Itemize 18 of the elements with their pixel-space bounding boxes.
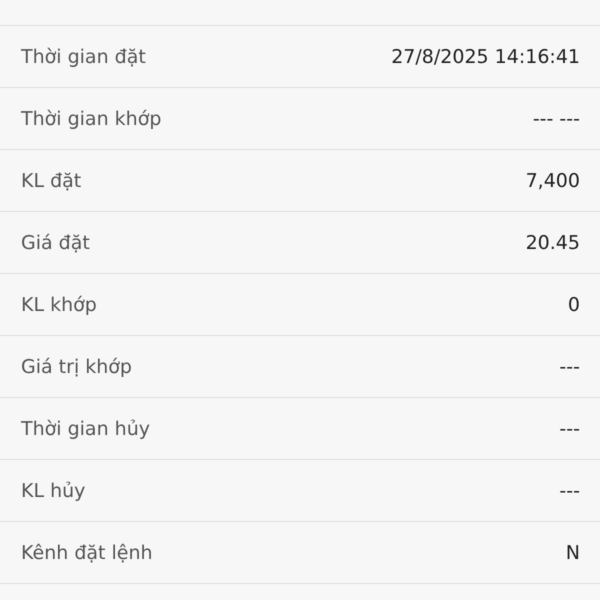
field-value: --- [559, 418, 580, 440]
field-value: 20.45 [526, 232, 580, 254]
field-label: Giá đặt [21, 232, 90, 254]
field-value: 7,400 [526, 170, 580, 192]
field-value: --- [559, 480, 580, 502]
field-value: 0 [568, 294, 580, 316]
field-label: Thời gian khớp [21, 108, 162, 130]
field-label: KL khớp [21, 294, 97, 316]
field-label: KL đặt [21, 170, 82, 192]
field-label: Thời gian hủy [21, 418, 150, 440]
field-label: Giá trị khớp [21, 356, 132, 378]
field-label: Kênh đặt lệnh [21, 542, 153, 564]
field-value: --- [559, 356, 580, 378]
field-value: 27/8/2025 14:16:41 [391, 46, 580, 68]
field-value: --- --- [532, 108, 580, 130]
field-value: N [566, 542, 580, 564]
field-label: KL hủy [21, 480, 86, 502]
field-label: Thời gian đặt [21, 46, 146, 68]
